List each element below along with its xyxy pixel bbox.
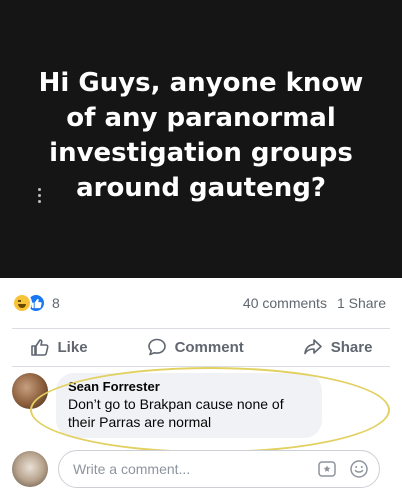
thumbs-up-icon [30, 339, 49, 356]
shares-count[interactable]: 1 Share [337, 295, 386, 311]
reaction-summary[interactable]: 8 [12, 293, 60, 313]
comment-composer: Write a comment... [12, 450, 380, 488]
like-button[interactable]: Like [30, 337, 88, 357]
comment-icon [147, 338, 166, 356]
sticker-icon[interactable] [317, 459, 337, 479]
comment-label: Comment [174, 338, 244, 356]
post-background: Hi Guys, anyone know of any paranormal i… [0, 0, 402, 278]
avatar [12, 451, 48, 487]
more-options-icon[interactable] [38, 188, 41, 203]
comment-input[interactable]: Write a comment... [58, 450, 380, 488]
share-icon [303, 339, 322, 355]
reaction-count: 8 [52, 295, 60, 311]
post-stats: 40 comments 1 Share [243, 295, 386, 311]
post-actions: Like Comment Share [0, 330, 402, 364]
reactions-bar: 8 40 comments 1 Share [0, 278, 402, 328]
haha-icon [12, 293, 32, 313]
post-text: Hi Guys, anyone know of any paranormal i… [38, 68, 364, 203]
highlight-circle [30, 367, 390, 453]
comments-count[interactable]: 40 comments [243, 295, 327, 311]
share-label: Share [330, 338, 373, 356]
divider [12, 328, 390, 329]
comment-placeholder: Write a comment... [73, 461, 191, 477]
emoji-icon[interactable] [349, 459, 369, 479]
composer-tools [317, 459, 369, 479]
comment-button[interactable]: Comment [147, 337, 244, 357]
share-button[interactable]: Share [303, 337, 373, 357]
like-label: Like [57, 338, 88, 356]
